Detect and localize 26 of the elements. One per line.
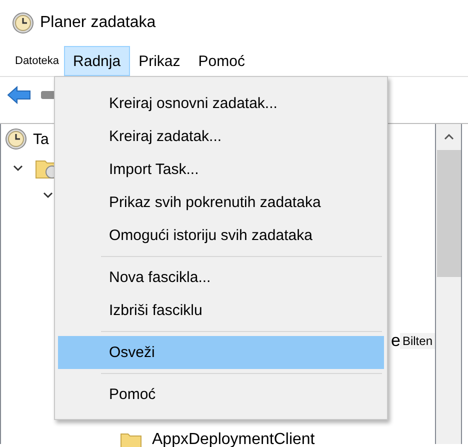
menu-option[interactable]: Prikaz svih pokrenutih zadataka: [58, 186, 384, 219]
folder-icon: [120, 430, 142, 447]
menu-item[interactable]: Pomoć: [189, 46, 254, 76]
menu-option[interactable]: Omogući istoriju svih zadataka: [58, 219, 384, 252]
chevron-icon[interactable]: [13, 164, 23, 172]
clock-icon: [5, 128, 27, 150]
menu-item[interactable]: Prikaz: [130, 46, 190, 76]
window-title: Planer zadataka: [40, 14, 156, 32]
menu-option[interactable]: Kreiraj zadatak...: [58, 120, 384, 153]
tree-item[interactable]: e: [391, 331, 400, 351]
chevron-icon[interactable]: [43, 190, 53, 198]
menu-option[interactable]: Izbriši fasciklu: [58, 294, 384, 327]
menu-option[interactable]: Pomoć: [58, 378, 384, 411]
menu-option[interactable]: Kreiraj osnovni zadatak...: [58, 87, 384, 120]
tree-item[interactable]: AppxDeploymentClient: [152, 430, 315, 447]
back-arrow-icon[interactable]: [7, 86, 31, 104]
scroll-up-icon[interactable]: [444, 134, 454, 140]
menu-item[interactable]: Radnja: [64, 46, 130, 76]
scrollbar-thumb[interactable]: [436, 150, 460, 277]
tree-item[interactable]: Ta: [33, 130, 49, 148]
tooltip: Bilten: [400, 333, 434, 349]
clock-icon: [12, 12, 34, 34]
menu-option[interactable]: Nova fascikla...: [58, 261, 384, 294]
menu-option[interactable]: Osveži: [58, 336, 384, 369]
menu-option[interactable]: Import Task...: [58, 153, 384, 186]
menu-item[interactable]: Datoteka: [10, 46, 64, 76]
